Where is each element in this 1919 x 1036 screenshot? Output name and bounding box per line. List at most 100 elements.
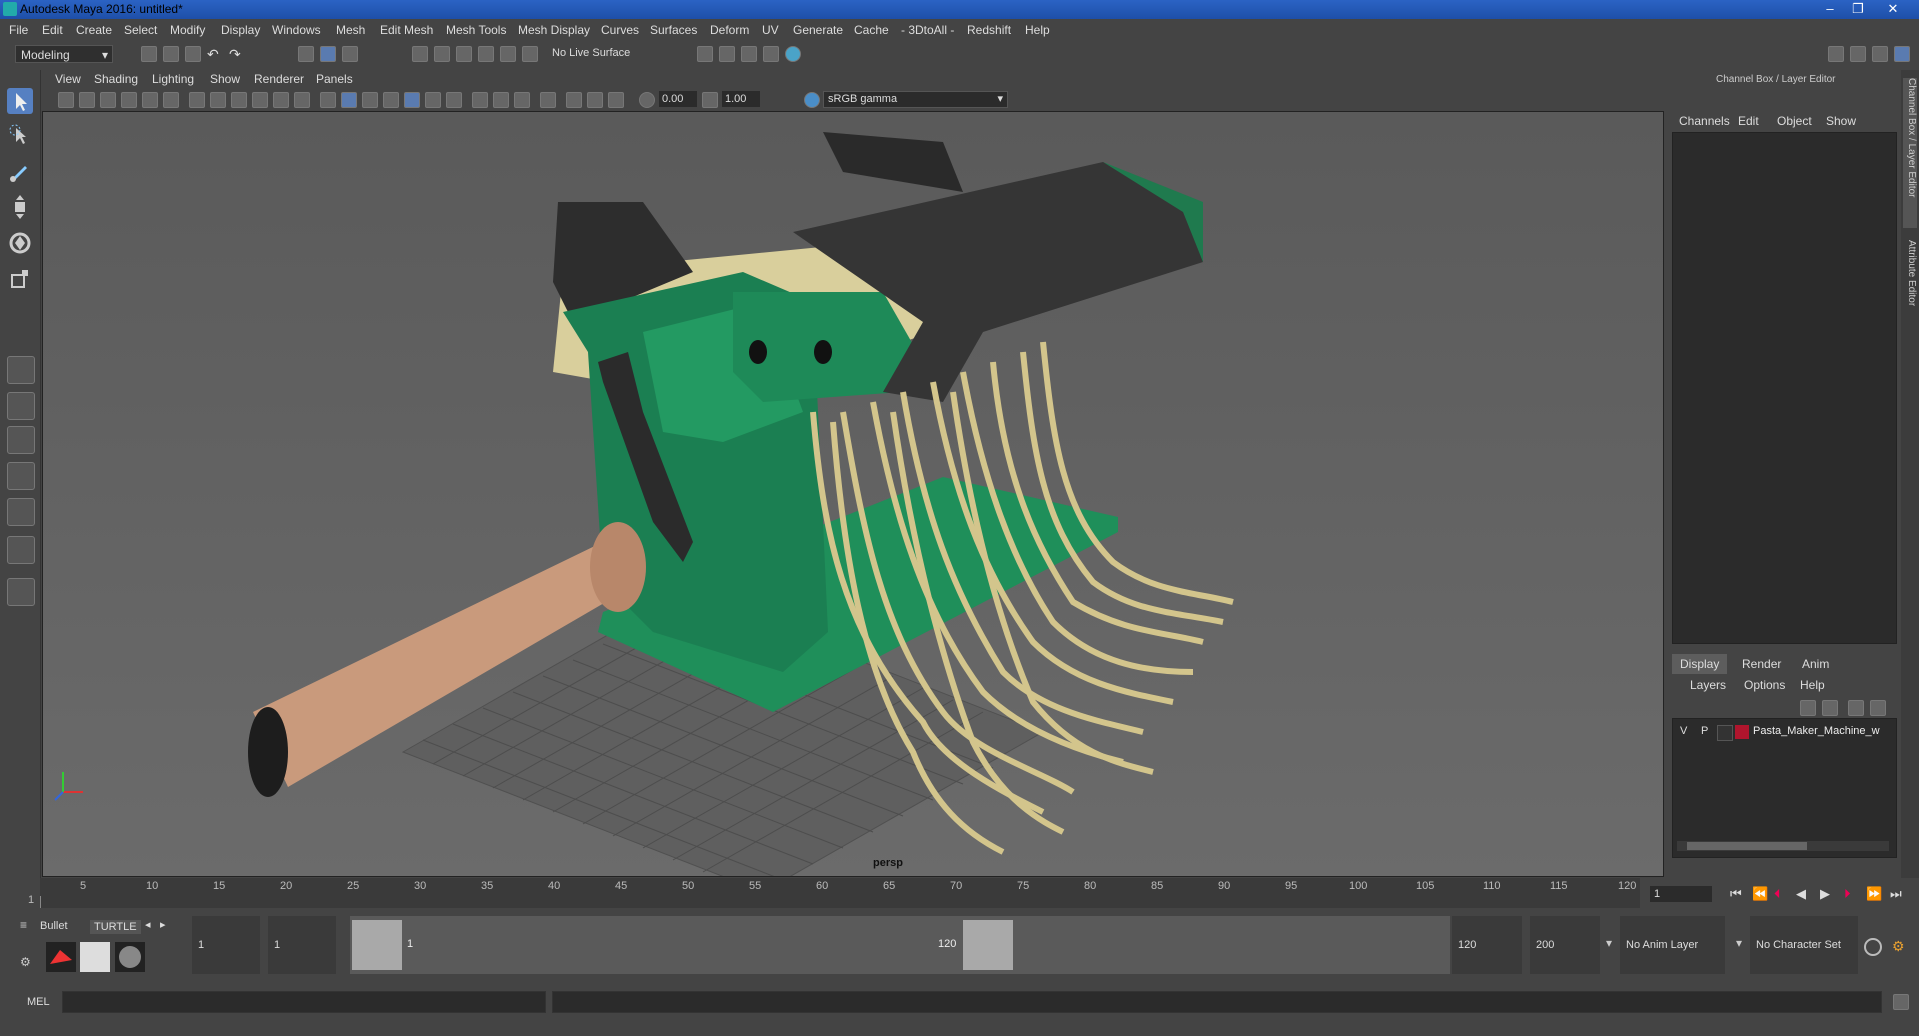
ipr-render-icon[interactable] <box>741 46 757 62</box>
turtle-shader-icon[interactable] <box>115 942 145 972</box>
field-chart-icon[interactable] <box>273 92 289 108</box>
exposure-field[interactable]: 0.00 <box>659 91 697 107</box>
single-perspective-layout-icon[interactable] <box>7 356 35 384</box>
scale-tool-icon[interactable] <box>7 266 33 292</box>
use-all-lights-icon[interactable] <box>425 92 441 108</box>
gamma-icon[interactable] <box>702 92 718 108</box>
current-frame-field[interactable]: 1 <box>1650 886 1712 902</box>
go-to-end-icon[interactable]: ⏭ <box>1890 886 1902 902</box>
menu-surfaces[interactable]: Surfaces <box>650 23 697 37</box>
layer-visibility-toggle[interactable]: V <box>1680 725 1687 737</box>
persp-graph-layout-icon[interactable] <box>7 462 35 490</box>
paint-select-tool-icon[interactable] <box>7 158 33 184</box>
textured-icon[interactable] <box>404 92 420 108</box>
snap-surface-icon[interactable] <box>500 46 516 62</box>
rotate-tool-icon[interactable] <box>7 230 33 256</box>
menu-select[interactable]: Select <box>124 23 157 37</box>
snap-curve-icon[interactable] <box>434 46 450 62</box>
side-tab-attribute-editor[interactable]: Attribute Editor <box>1903 240 1917 350</box>
exposure-icon[interactable] <box>639 92 655 108</box>
image-plane-icon[interactable] <box>121 92 137 108</box>
turtle-render-icon[interactable] <box>46 942 76 972</box>
render-view-icon[interactable] <box>697 46 713 62</box>
animation-start-field[interactable]: 1 <box>192 916 260 974</box>
layer-menu-help[interactable]: Help <box>1800 678 1825 692</box>
anim-layer-dropdown[interactable]: No Anim Layer <box>1620 916 1725 974</box>
range-start-handle[interactable] <box>352 920 402 970</box>
xray-joints-icon[interactable] <box>493 92 509 108</box>
grid-toggle-icon[interactable] <box>189 92 205 108</box>
layer-color-swatch[interactable] <box>1735 725 1749 739</box>
anti-aliasing-icon[interactable] <box>608 92 624 108</box>
render-settings-icon[interactable] <box>763 46 779 62</box>
redo-icon[interactable]: ↷ <box>229 46 245 62</box>
camera-attributes-icon[interactable] <box>79 92 95 108</box>
menu-help[interactable]: Help <box>1025 23 1050 37</box>
panel-menu-renderer[interactable]: Renderer <box>254 72 304 86</box>
select-object-icon[interactable] <box>320 46 336 62</box>
menu-generate[interactable]: Generate <box>793 23 843 37</box>
layer-menu-options[interactable]: Options <box>1744 678 1785 692</box>
snap-grid-icon[interactable] <box>412 46 428 62</box>
menu-mesh[interactable]: Mesh <box>336 23 365 37</box>
layer-list-scrollbar[interactable] <box>1677 841 1889 851</box>
move-layer-down-icon[interactable] <box>1822 700 1838 716</box>
panel-menu-panels[interactable]: Panels <box>316 72 353 86</box>
select-component-icon[interactable] <box>342 46 358 62</box>
chevron-down-icon[interactable]: ▾ <box>1606 936 1612 950</box>
smooth-shade-icon[interactable] <box>341 92 357 108</box>
menu-windows[interactable]: Windows <box>272 23 321 37</box>
step-forward-frame-icon[interactable]: ⏵ <box>1844 886 1851 902</box>
menu-uv[interactable]: UV <box>762 23 779 37</box>
four-view-layout-icon[interactable] <box>7 392 35 420</box>
twod-pan-zoom-icon[interactable] <box>142 92 158 108</box>
persp-outliner-layout-icon[interactable] <box>7 426 35 454</box>
ambient-occlusion-icon[interactable] <box>446 92 462 108</box>
menu-create[interactable]: Create <box>76 23 112 37</box>
auto-key-icon[interactable] <box>1864 938 1882 956</box>
menu-redshift[interactable]: Redshift <box>967 23 1011 37</box>
hypershade-icon[interactable] <box>785 46 801 62</box>
new-layer-selected-icon[interactable] <box>1870 700 1886 716</box>
perspective-viewport[interactable]: persp <box>42 111 1664 877</box>
layer-name[interactable]: Pasta_Maker_Machine_w <box>1753 725 1893 737</box>
character-set-dropdown[interactable]: No Character Set <box>1750 916 1858 974</box>
command-input[interactable] <box>62 991 546 1013</box>
hud-icon[interactable] <box>566 92 582 108</box>
open-scene-icon[interactable] <box>163 46 179 62</box>
toggle-tool-settings-icon[interactable] <box>1872 46 1888 62</box>
playback-end-field[interactable]: 120 <box>1452 916 1522 974</box>
step-forward-key-icon[interactable]: ⏩ <box>1866 886 1882 902</box>
playback-start-field[interactable]: 1 <box>268 916 336 974</box>
menu-edit-mesh[interactable]: Edit Mesh <box>380 23 433 37</box>
panel-menu-lighting[interactable]: Lighting <box>152 72 194 86</box>
tab-anim[interactable]: Anim <box>1794 654 1837 674</box>
panel-menu-shading[interactable]: Shading <box>94 72 138 86</box>
bookmark-icon[interactable] <box>100 92 116 108</box>
layer-playback-toggle[interactable]: P <box>1701 725 1708 737</box>
film-gate-icon[interactable] <box>210 92 226 108</box>
menu-curves[interactable]: Curves <box>601 23 639 37</box>
tab-display[interactable]: Display <box>1672 654 1728 674</box>
shelf-menu-icon[interactable]: ≡ <box>20 918 34 932</box>
render-frame-icon[interactable] <box>719 46 735 62</box>
channel-box-area[interactable] <box>1672 132 1897 644</box>
toggle-channel-box-icon[interactable] <box>1894 46 1910 62</box>
panel-menu-show[interactable]: Show <box>210 72 240 86</box>
cb-menu-channels[interactable]: Channels <box>1679 114 1730 128</box>
maximize-button[interactable]: ❐ <box>1845 0 1871 18</box>
chevron-down-icon[interactable]: ▾ <box>1736 936 1742 950</box>
animation-end-field[interactable]: 200 <box>1530 916 1600 974</box>
snap-plane-icon[interactable] <box>478 46 494 62</box>
motion-blur-icon[interactable] <box>587 92 603 108</box>
menu-mesh-display[interactable]: Mesh Display <box>518 23 590 37</box>
command-language-label[interactable]: MEL <box>27 996 50 1008</box>
view-transform-dropdown[interactable]: sRGB gamma ▾ <box>823 91 1008 108</box>
menu-edit[interactable]: Edit <box>42 23 63 37</box>
hypershade-layout-icon[interactable] <box>7 536 35 564</box>
close-button[interactable]: ✕ <box>1880 0 1906 18</box>
new-empty-layer-icon[interactable] <box>1848 700 1864 716</box>
turtle-bake-icon[interactable] <box>80 942 110 972</box>
play-backward-icon[interactable]: ◀ <box>1796 886 1806 902</box>
menu-mesh-tools[interactable]: Mesh Tools <box>446 23 506 37</box>
